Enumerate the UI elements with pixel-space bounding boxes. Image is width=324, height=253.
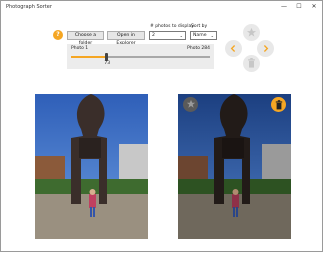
favorite-button (243, 24, 260, 41)
star-icon (186, 99, 195, 108)
trash-icon (248, 58, 255, 68)
slider-fill (71, 56, 107, 58)
maximize-icon[interactable]: ☐ (292, 1, 306, 13)
slider-start-label: Photo 1 (71, 46, 89, 51)
window-title: Photograph Sorter (6, 4, 52, 10)
slider-thumb[interactable] (104, 53, 108, 61)
sort-by-select[interactable]: Name ⌄ (190, 31, 217, 40)
photo-slider-panel: Photo 1 Photo 284 73 (67, 44, 214, 69)
minimize-icon[interactable]: — (277, 1, 291, 13)
photo-right-image (178, 94, 291, 239)
sort-by-value: Name (193, 33, 207, 38)
delete-button (243, 55, 260, 72)
photos-to-display-label: # photos to display (150, 24, 194, 29)
open-in-explorer-button[interactable]: Open in Explorer (107, 31, 145, 46)
star-icon (246, 27, 257, 37)
title-bar: Photograph Sorter — ☐ ✕ (1, 1, 322, 13)
choose-folder-button[interactable]: Choose a folder (67, 31, 104, 46)
next-button[interactable] (257, 40, 274, 57)
photo-left-image (35, 94, 148, 239)
chevron-down-icon: ⌄ (179, 33, 183, 38)
photo-favorite-button[interactable] (183, 97, 198, 112)
close-icon[interactable]: ✕ (307, 1, 321, 13)
photo-right[interactable] (178, 94, 291, 239)
photos-to-display-select[interactable]: 2 ⌄ (149, 31, 186, 40)
photos-to-display-value: 2 (152, 33, 155, 38)
photo-slider[interactable] (71, 53, 210, 61)
chevron-right-icon (263, 45, 269, 52)
photo-delete-button[interactable] (271, 97, 286, 112)
app-window: Photograph Sorter — ☐ ✕ ? Choose a folde… (0, 0, 323, 252)
chevron-down-icon: ⌄ (210, 33, 214, 38)
slider-current-value: 73 (104, 61, 111, 66)
slider-end-label: Photo 284 (187, 46, 210, 51)
help-label: ? (56, 31, 60, 38)
chevron-left-icon (230, 45, 236, 52)
trash-icon (275, 99, 282, 109)
sort-by-label: Sort by (191, 24, 208, 29)
help-button[interactable]: ? (53, 30, 63, 40)
previous-button[interactable] (225, 40, 242, 57)
photo-left[interactable] (35, 94, 148, 239)
